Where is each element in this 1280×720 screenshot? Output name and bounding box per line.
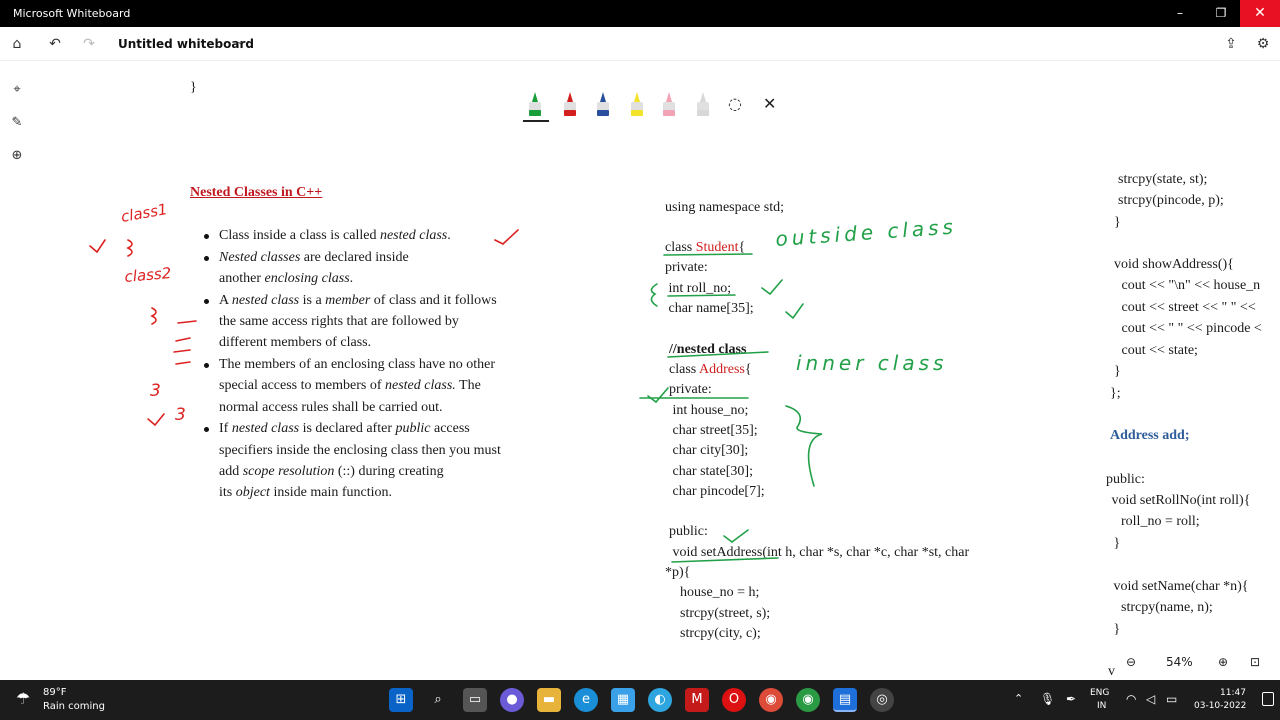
chat-icon[interactable]: ● xyxy=(500,688,524,712)
red-check-three xyxy=(147,413,165,427)
chrome-profile-icon[interactable]: ◉ xyxy=(796,688,820,712)
red-check-small xyxy=(89,239,106,254)
handwriting-outside-class: outside class xyxy=(775,214,958,251)
handwriting-inner-class: inner class xyxy=(796,351,947,375)
edge-icon[interactable]: e xyxy=(574,688,598,712)
green-underline-nested xyxy=(667,351,769,358)
app-icon[interactable]: ◐ xyxy=(648,688,672,712)
green-underline-setaddress xyxy=(671,557,779,563)
green-brace-roll xyxy=(650,283,658,307)
pen-icon[interactable]: ✒ xyxy=(1066,692,1076,706)
weather-temp[interactable]: 89°F xyxy=(43,687,66,698)
recording-icon[interactable]: ◎ xyxy=(870,688,894,712)
weather-desc[interactable]: Rain coming xyxy=(43,701,105,712)
clock-time[interactable]: 11:47 xyxy=(1220,688,1246,698)
zoom-control: ⊖ 54% ⊕ ⊡ xyxy=(1118,652,1276,676)
handwriting-class2: class2 xyxy=(124,264,172,286)
red-dash-1 xyxy=(177,320,197,324)
green-brace-fields xyxy=(785,405,823,487)
whiteboard-taskbar-icon[interactable]: ▤ xyxy=(833,688,857,712)
store-icon[interactable]: ▦ xyxy=(611,688,635,712)
red-dash-4 xyxy=(175,361,191,365)
handwriting-class1: class1 xyxy=(120,200,169,226)
taskbar: ☂ 89°F Rain coming ⊞ ⌕ ▭ ● ▬ e ▦ ◐ M O ◉… xyxy=(0,680,1280,720)
microphone-icon[interactable]: 🎙 xyxy=(1040,692,1055,706)
fit-to-screen-icon[interactable]: ⊡ xyxy=(1250,655,1260,669)
ink-annotations: class1 class2 3 3 outside class inner cl… xyxy=(89,200,958,563)
zoom-in-icon[interactable]: ⊕ xyxy=(1218,655,1228,669)
zoom-level[interactable]: 54% xyxy=(1166,655,1193,669)
opera-icon[interactable]: O xyxy=(722,688,746,712)
search-icon[interactable]: ⌕ xyxy=(426,688,450,712)
wifi-icon[interactable]: ◠ xyxy=(1126,692,1136,706)
file-explorer-icon[interactable]: ▬ xyxy=(537,688,561,712)
green-underline-student xyxy=(663,253,753,256)
handwriting-three-2: 3 xyxy=(175,405,186,425)
green-check-roll xyxy=(761,279,783,296)
handwriting-three-1: 3 xyxy=(150,381,161,401)
start-icon[interactable]: ⊞ xyxy=(389,688,413,712)
zoom-out-icon[interactable]: ⊖ xyxy=(1126,655,1136,669)
green-check-name xyxy=(785,303,804,320)
red-dash-3 xyxy=(173,349,191,353)
green-check-public xyxy=(723,529,749,543)
clock-date[interactable]: 03-10-2022 xyxy=(1194,701,1246,711)
volume-icon[interactable]: ◁ xyxy=(1146,692,1155,706)
red-dash-2 xyxy=(175,337,191,342)
green-underline-roll xyxy=(667,294,736,297)
red-checkmark xyxy=(494,229,519,245)
battery-icon[interactable]: ▭ xyxy=(1166,692,1177,706)
region-code[interactable]: IN xyxy=(1097,701,1106,711)
language-code[interactable]: ENG xyxy=(1090,688,1109,698)
task-view-icon[interactable]: ▭ xyxy=(463,688,487,712)
chrome-icon[interactable]: ◉ xyxy=(759,688,783,712)
weather-icon[interactable]: ☂ xyxy=(16,689,30,708)
chevron-up-icon[interactable]: ⌃ xyxy=(1014,692,1023,705)
mcafee-icon[interactable]: M xyxy=(685,688,709,712)
red-brace-1 xyxy=(126,239,133,257)
red-brace-2 xyxy=(150,307,157,325)
notification-icon[interactable] xyxy=(1262,692,1274,706)
green-check-private xyxy=(647,387,669,404)
